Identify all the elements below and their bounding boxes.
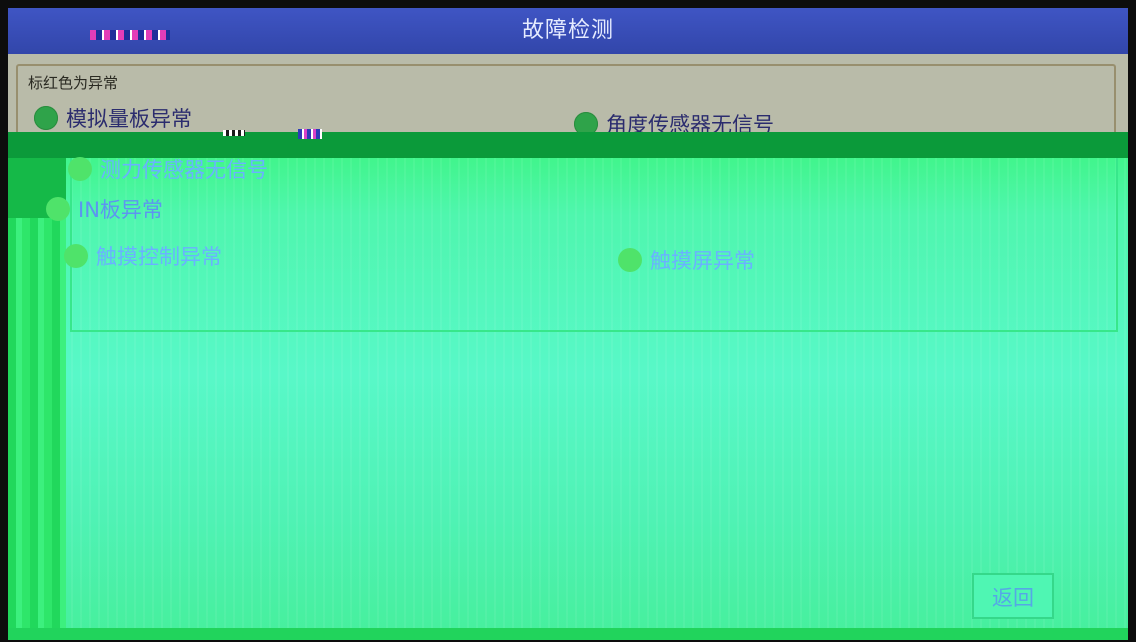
back-button[interactable]: 返回 — [972, 573, 1054, 619]
window-title: 故障检测 — [521, 18, 614, 43]
legend-note: 标红色为异常 — [28, 74, 119, 92]
glitch-left-stripe — [8, 158, 66, 640]
screen: 故障检测 标红色为异常 模拟量板异常 角度传感器无信号 测力传感器无信号 IN板… — [8, 8, 1128, 640]
status-item-analog-board: 模拟量板异常 — [34, 103, 192, 133]
status-dot-icon — [46, 197, 70, 221]
title-glitch-artifact — [90, 30, 170, 40]
glitch-speck — [223, 130, 245, 136]
status-dot-icon — [34, 106, 58, 130]
status-dot-icon — [68, 157, 92, 181]
status-group-frame-lower — [70, 158, 1118, 332]
status-item-label: 测力传感器无信号 — [100, 158, 268, 182]
status-item-in-board: IN板异常 — [46, 194, 163, 224]
status-item-label: 触摸屏异常 — [650, 249, 755, 273]
glitch-speck — [298, 129, 322, 139]
status-dot-icon — [618, 248, 642, 272]
status-item-touch-screen: 触摸屏异常 — [618, 245, 755, 275]
status-dot-icon — [64, 244, 88, 268]
status-item-touch-control: 触摸控制异常 — [64, 241, 222, 271]
panel-upper: 标红色为异常 模拟量板异常 角度传感器无信号 — [8, 54, 1128, 166]
title-bar: 故障检测 — [8, 8, 1128, 54]
status-item-force-sensor: 测力传感器无信号 — [68, 154, 268, 184]
status-item-label: 模拟量板异常 — [66, 107, 192, 131]
status-item-label: IN板异常 — [78, 198, 163, 222]
glitch-bottom-band — [8, 628, 1128, 640]
status-item-label: 触摸控制异常 — [96, 245, 222, 269]
